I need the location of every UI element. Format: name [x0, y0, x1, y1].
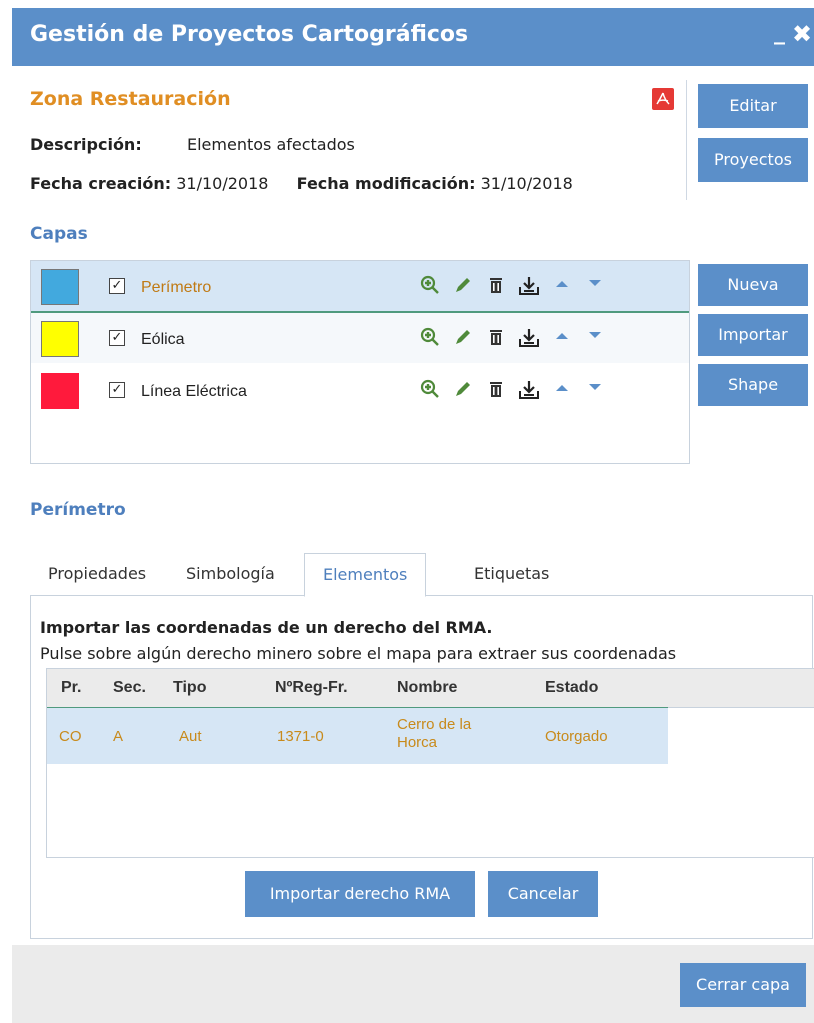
- created-label: Fecha creación:: [30, 174, 172, 193]
- download-icon[interactable]: [516, 376, 542, 402]
- pencil-icon[interactable]: [450, 376, 476, 402]
- layer-row-linea-electrica[interactable]: ✓ Línea Eléctrica: [31, 365, 689, 415]
- layer-name: Perímetro: [141, 279, 212, 296]
- layer-color-swatch[interactable]: [41, 269, 79, 305]
- import-instruction: Pulse sobre algún derecho minero sobre e…: [40, 644, 677, 663]
- tab-propiedades[interactable]: Propiedades: [30, 553, 164, 595]
- new-layer-button-label: Nueva: [727, 275, 779, 294]
- edit-button-label: Editar: [729, 96, 777, 115]
- layer-visibility-checkbox[interactable]: ✓: [109, 330, 125, 346]
- created-value: 31/10/2018: [176, 174, 269, 193]
- layer-tabs: Propiedades Simbología Elementos Etiquet…: [30, 553, 814, 597]
- selected-layer-title: Perímetro: [30, 500, 126, 520]
- arrow-down-icon[interactable]: [582, 376, 608, 402]
- download-icon[interactable]: [516, 272, 542, 298]
- cell-pr: CO: [59, 728, 82, 745]
- description-value: Elementos afectados: [187, 135, 355, 154]
- table-header: Pr. Sec. Tipo NºReg-Fr. Nombre Estado: [47, 669, 814, 708]
- shape-button[interactable]: Shape: [698, 364, 808, 406]
- shape-button-label: Shape: [727, 375, 779, 394]
- import-layer-button[interactable]: Importar: [698, 314, 808, 356]
- cancel-button-label: Cancelar: [507, 884, 579, 903]
- pencil-icon[interactable]: [450, 324, 476, 350]
- edit-button[interactable]: Editar: [698, 84, 808, 128]
- layer-visibility-checkbox[interactable]: ✓: [109, 278, 125, 294]
- close-icon[interactable]: ✖: [792, 20, 812, 48]
- new-layer-button[interactable]: Nueva: [698, 264, 808, 306]
- pdf-icon[interactable]: [652, 88, 674, 110]
- arrow-up-icon[interactable]: [549, 324, 575, 350]
- trash-icon[interactable]: [483, 272, 509, 298]
- zoom-in-icon[interactable]: [417, 376, 443, 402]
- download-icon[interactable]: [516, 324, 542, 350]
- layer-name: Línea Eléctrica: [141, 383, 247, 400]
- column-header[interactable]: Pr.: [61, 679, 81, 697]
- layer-row-eolica[interactable]: ✓ Eólica: [31, 313, 689, 363]
- table-row[interactable]: CO A Aut 1371-0 Cerro de la Horca Otorga…: [47, 707, 668, 764]
- projects-button[interactable]: Proyectos: [698, 138, 808, 182]
- window-titlebar[interactable]: Gestión de Proyectos Cartográficos _ ✖: [12, 8, 814, 66]
- trash-icon[interactable]: [483, 324, 509, 350]
- window-title: Gestión de Proyectos Cartográficos: [30, 22, 469, 47]
- tab-simbologia[interactable]: Simbología: [168, 553, 293, 595]
- layers-section-title: Capas: [30, 224, 88, 244]
- cell-reg: 1371-0: [277, 728, 324, 745]
- arrow-down-icon[interactable]: [582, 272, 608, 298]
- modified-value: 31/10/2018: [480, 174, 573, 193]
- layer-name: Eólica: [141, 331, 185, 348]
- layer-visibility-checkbox[interactable]: ✓: [109, 382, 125, 398]
- column-header[interactable]: NºReg-Fr.: [275, 679, 348, 697]
- cell-estado: Otorgado: [545, 728, 608, 745]
- zoom-in-icon[interactable]: [417, 324, 443, 350]
- column-header[interactable]: Estado: [545, 679, 598, 697]
- divider: [686, 80, 687, 200]
- cell-sec: A: [113, 728, 124, 745]
- cancel-button[interactable]: Cancelar: [488, 871, 598, 917]
- minimize-button[interactable]: _: [774, 20, 785, 45]
- project-name: Zona Restauración: [30, 88, 231, 110]
- project-dates: Fecha creación: 31/10/2018 Fecha modific…: [30, 174, 573, 193]
- arrow-up-icon[interactable]: [549, 272, 575, 298]
- arrow-up-icon[interactable]: [549, 376, 575, 402]
- modified-label: Fecha modificación:: [296, 174, 476, 193]
- trash-icon[interactable]: [483, 376, 509, 402]
- import-layer-button-label: Importar: [718, 325, 788, 344]
- layer-tools: [417, 376, 610, 402]
- rma-rights-table: Pr. Sec. Tipo NºReg-Fr. Nombre Estado CO…: [46, 668, 814, 858]
- layer-color-swatch[interactable]: [41, 373, 79, 409]
- tab-etiquetas[interactable]: Etiquetas: [456, 553, 567, 595]
- import-rma-button-label: Importar derecho RMA: [269, 884, 451, 903]
- description-label: Descripción:: [30, 135, 142, 154]
- arrow-down-icon[interactable]: [582, 324, 608, 350]
- projects-button-label: Proyectos: [714, 150, 792, 169]
- column-header[interactable]: Nombre: [397, 679, 457, 697]
- column-header[interactable]: Tipo: [173, 679, 206, 697]
- layer-tools: [417, 324, 610, 350]
- pencil-icon[interactable]: [450, 272, 476, 298]
- close-layer-button-label: Cerrar capa: [696, 975, 790, 994]
- import-heading: Importar las coordenadas de un derecho d…: [40, 618, 493, 637]
- layer-tools: [417, 272, 610, 298]
- cell-nombre: Cerro de la Horca: [397, 716, 472, 751]
- close-layer-button[interactable]: Cerrar capa: [680, 963, 806, 1007]
- pdf-glyph-icon: [656, 92, 670, 105]
- layer-color-swatch[interactable]: [41, 321, 79, 357]
- zoom-in-icon[interactable]: [417, 272, 443, 298]
- column-header[interactable]: Sec.: [113, 679, 146, 697]
- cell-tipo: Aut: [179, 728, 202, 745]
- import-rma-button[interactable]: Importar derecho RMA: [245, 871, 475, 917]
- layers-list: ✓ Perímetro ✓ Eólica ✓ Línea Eléctrica: [30, 260, 690, 464]
- tab-elementos[interactable]: Elementos: [304, 553, 427, 597]
- project-manager-window: Gestión de Proyectos Cartográficos _ ✖ Z…: [12, 8, 814, 1023]
- layer-row-perimetro[interactable]: ✓ Perímetro: [31, 261, 689, 313]
- footer-bar: Cerrar capa: [12, 945, 814, 1023]
